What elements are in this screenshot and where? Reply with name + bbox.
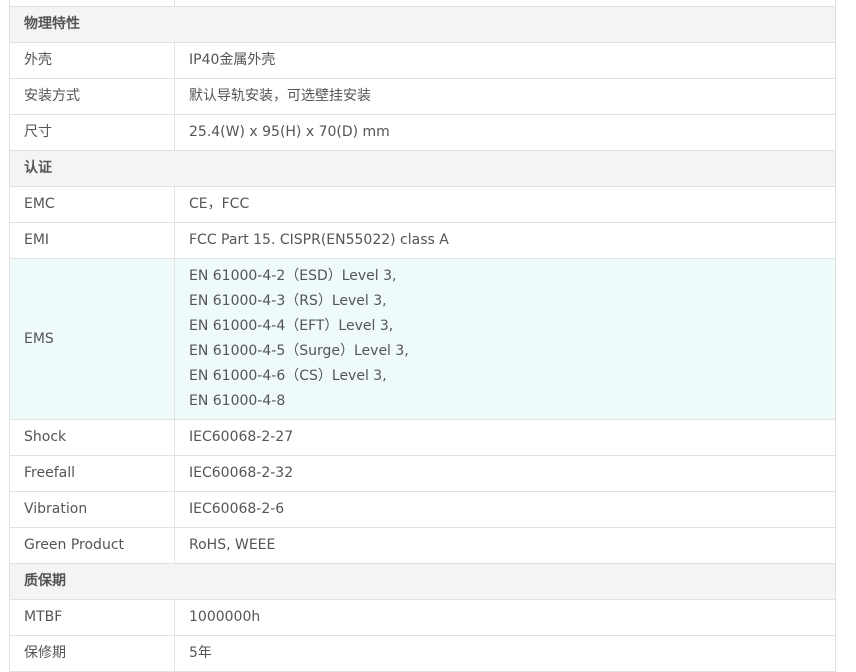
row-value-line: EN 61000-4-2（ESD）Level 3, [189,268,397,284]
row-value-line: IEC60068-2-27 [189,429,294,445]
section-header-row: 物理特性 [9,6,836,43]
row-value-line: EN 61000-4-5（Surge）Level 3, [189,343,409,359]
section-title: 质保期 [9,563,836,600]
table-row: EMS EN 61000-4-2（ESD）Level 3, EN 61000-4-3… [9,258,836,420]
row-value-line: RoHS, WEEE [189,537,276,553]
table-row: Freefall IEC60068-2-32 [9,455,836,492]
table-row: 保修期 5年 [9,635,836,672]
row-label: 保修期 [9,635,175,672]
row-label: Green Product [9,527,175,564]
row-value: 5年 [174,635,836,672]
row-label: 安装方式 [9,78,175,115]
row-value: RoHS, WEEE [174,527,836,564]
table-row: MTBF 1000000h [9,599,836,636]
row-value: IEC60068-2-32 [174,455,836,492]
row-value-line: 5年 [189,645,212,661]
row-label: MTBF [9,599,175,636]
row-value: IEC60068-2-27 [174,419,836,456]
row-value-line: 1000000h [189,609,261,625]
table-row: 安装方式 默认导轨安装，可选壁挂安装 [9,78,836,115]
table-row: 尺寸 25.4(W) x 95(H) x 70(D) mm [9,114,836,151]
table-row: EMI FCC Part 15. CISPR(EN55022) class A [9,222,836,259]
row-label: Freefall [9,455,175,492]
row-value: 1000000h [174,599,836,636]
section-title: 物理特性 [9,6,836,43]
row-value-line: IEC60068-2-32 [189,465,294,481]
row-value-line: IEC60068-2-6 [189,501,285,517]
row-value: FCC Part 15. CISPR(EN55022) class A [174,222,836,259]
spec-table: 物理特性 外壳 IP40金属外壳 安装方式 默认导轨安装，可选壁挂安装 尺寸 25.4(W)… [9,0,836,672]
row-value-line: 默认导轨安装，可选壁挂安装 [189,88,371,104]
row-value: CE，FCC [174,186,836,223]
row-value-line: IP40金属外壳 [189,52,276,68]
row-label: EMI [9,222,175,259]
row-value: IEC60068-2-6 [174,491,836,528]
row-value-line: EN 61000-4-3（RS）Level 3, [189,293,387,309]
section-header-row: 认证 [9,150,836,187]
row-value-line: FCC Part 15. CISPR(EN55022) class A [189,232,449,248]
row-value: 25.4(W) x 95(H) x 70(D) mm [174,114,836,151]
row-label: EMS [9,258,175,420]
row-label: Vibration [9,491,175,528]
row-value-line: EN 61000-4-4（EFT）Level 3, [189,318,394,334]
row-label: Shock [9,419,175,456]
row-value-line: 25.4(W) x 95(H) x 70(D) mm [189,124,390,140]
table-row: Vibration IEC60068-2-6 [9,491,836,528]
row-value: EN 61000-4-2（ESD）Level 3, EN 61000-4-3（RS… [174,258,836,420]
row-value-line: EN 61000-4-6（CS）Level 3, [189,368,387,384]
row-label: 尺寸 [9,114,175,151]
spec-table-body: 物理特性 外壳 IP40金属外壳 安装方式 默认导轨安装，可选壁挂安装 尺寸 25.4(W)… [9,0,836,672]
table-row: 外壳 IP40金属外壳 [9,42,836,79]
row-value-line: CE，FCC [189,196,250,212]
section-title: 认证 [9,150,836,187]
row-value: IP40金属外壳 [174,42,836,79]
table-row: EMC CE，FCC [9,186,836,223]
row-label: EMC [9,186,175,223]
row-value-line: EN 61000-4-8 [189,393,286,409]
section-header-row: 质保期 [9,563,836,600]
table-row: Shock IEC60068-2-27 [9,419,836,456]
row-label: 外壳 [9,42,175,79]
row-value: 默认导轨安装，可选壁挂安装 [174,78,836,115]
table-row: Green Product RoHS, WEEE [9,527,836,564]
